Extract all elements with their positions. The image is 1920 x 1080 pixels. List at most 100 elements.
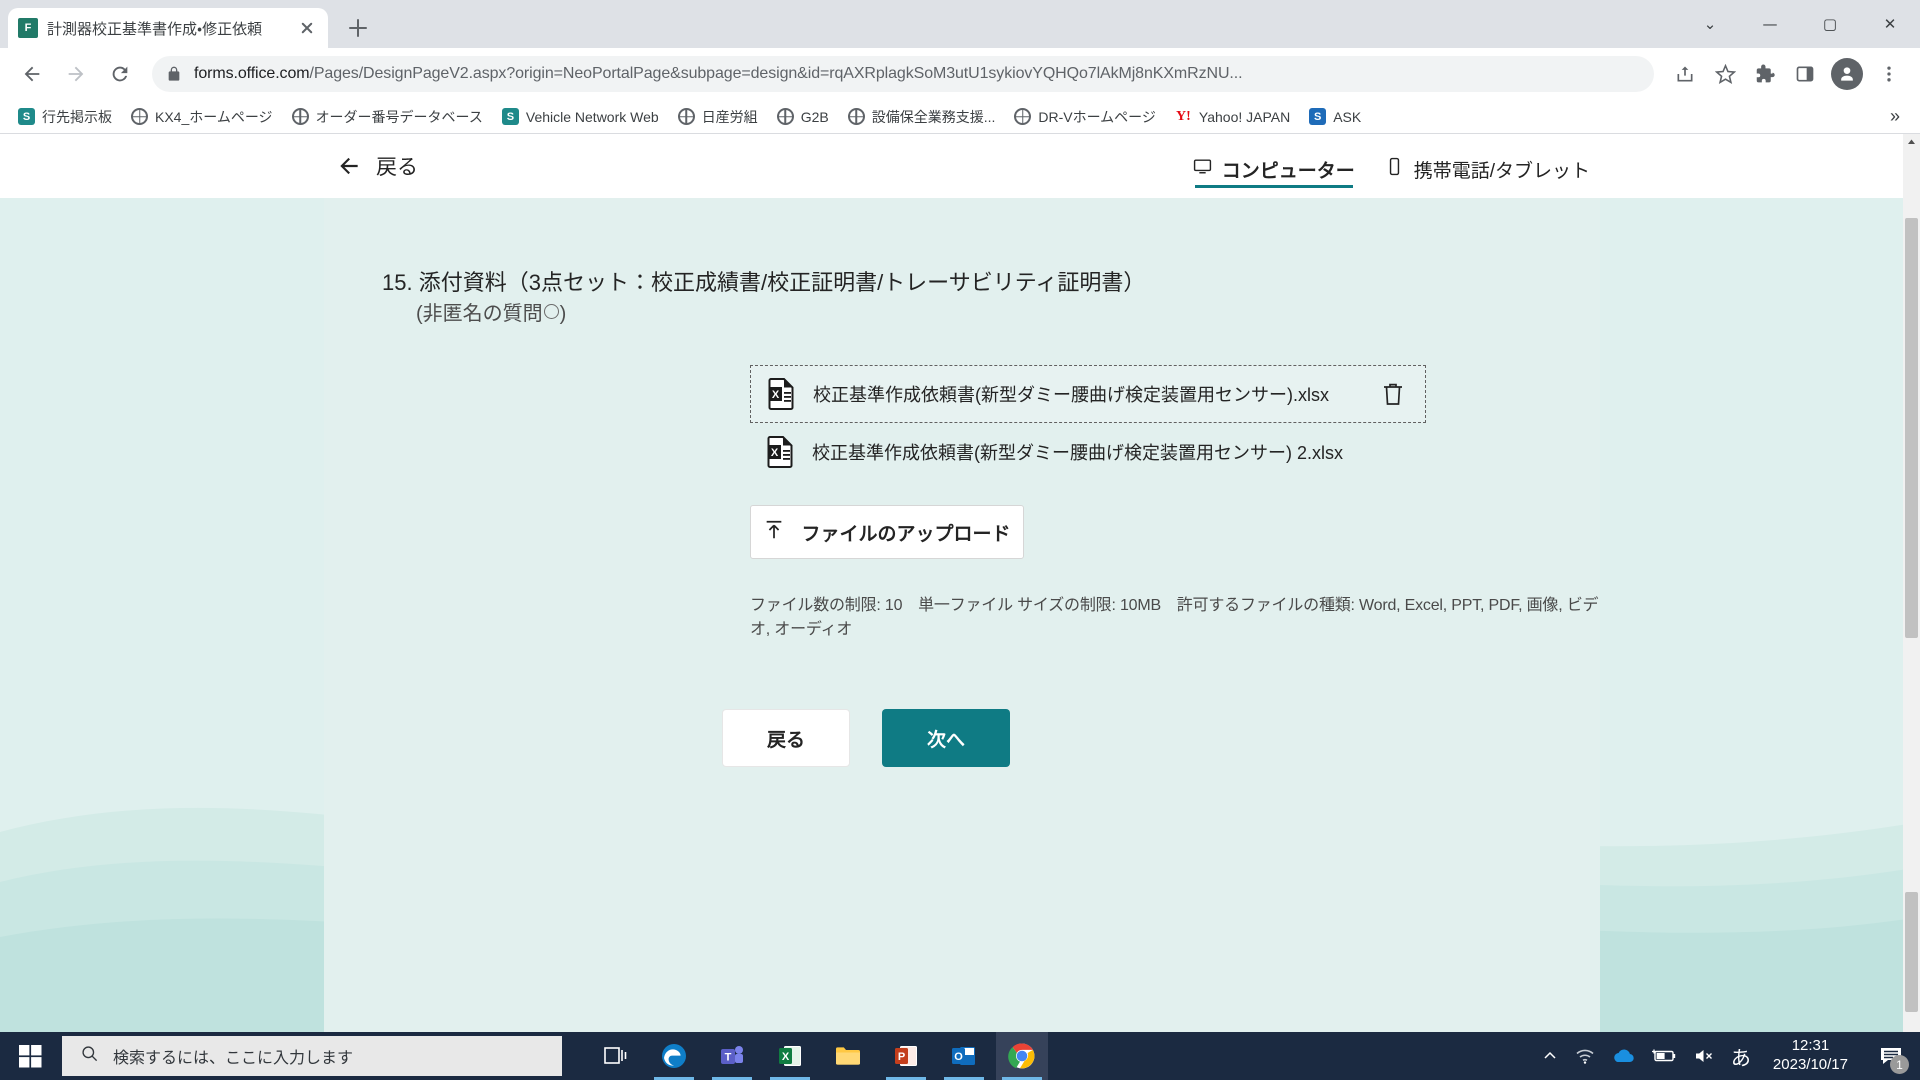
list-item[interactable]: X 校正基準作成依頼書(新型ダミー腰曲げ検定装置用センサー).xlsx	[750, 365, 1426, 423]
microsoft-teams-icon[interactable]: T	[706, 1032, 758, 1080]
microsoft-excel-icon[interactable]: X	[764, 1032, 816, 1080]
scroll-up-arrow[interactable]	[1903, 134, 1920, 151]
tab-computer[interactable]: コンピューター	[1193, 134, 1355, 198]
bookmark-label: 日産労組	[701, 108, 758, 125]
show-hidden-icons-chevron[interactable]	[1541, 1047, 1559, 1065]
bookmark-label: G2B	[800, 108, 829, 125]
share-icon[interactable]	[1666, 55, 1704, 93]
sharepoint-blue-icon	[1309, 108, 1327, 125]
globe-icon	[291, 108, 309, 125]
question-subtitle-prefix: (非匿名の質問	[416, 303, 543, 325]
bookmark-item[interactable]: Y! Yahoo! JAPAN	[1167, 104, 1298, 129]
bookmark-item[interactable]: Vehicle Network Web	[494, 104, 667, 129]
sharepoint-icon	[501, 108, 519, 125]
task-view-icon[interactable]	[590, 1032, 642, 1080]
close-icon: ✕	[1883, 14, 1897, 33]
ms-forms-icon	[18, 18, 38, 38]
reload-button[interactable]	[100, 54, 140, 94]
list-item[interactable]: X 校正基準作成依頼書(新型ダミー腰曲げ検定装置用センサー) 2.xlsx	[750, 423, 1426, 481]
scrollbar-thumb-secondary[interactable]	[1905, 892, 1918, 1012]
question-title-text: 添付資料（3点セット：校正成績書/校正証明書/トレーサビリティ証明書）	[418, 270, 1146, 295]
svg-text:T: T	[725, 1052, 732, 1064]
volume-muted-icon[interactable]	[1693, 1047, 1715, 1065]
extensions-icon[interactable]	[1746, 55, 1784, 93]
file-upload-label: ファイルのアップロード	[801, 523, 1011, 545]
page-scrollbar[interactable]	[1903, 134, 1920, 1032]
svg-text:X: X	[772, 389, 780, 401]
globe-icon	[677, 108, 695, 125]
bookmark-item[interactable]: KX4_ホームページ	[123, 103, 281, 131]
bookmark-label: Yahoo! JAPAN	[1198, 108, 1291, 125]
form-back-button[interactable]: 戻る	[722, 709, 850, 767]
preview-back-label: 戻る	[376, 156, 418, 179]
upload-constraints-text: ファイル数の制限: 10 単一ファイル サイズの制限: 10MB 許可するファイ…	[750, 597, 1599, 638]
tab-title: 計測器校正基準書作成・修正依頼	[47, 20, 263, 38]
star-icon[interactable]	[1706, 55, 1744, 93]
forward-button[interactable]	[56, 54, 96, 94]
search-icon	[80, 1044, 99, 1068]
minimize-button[interactable]: —	[1740, 0, 1800, 48]
file-name: 校正基準作成依頼書(新型ダミー腰曲げ検定装置用センサー) 2.xlsx	[812, 443, 1343, 463]
question-subtitle-suffix: )	[559, 303, 567, 325]
microsoft-powerpoint-icon[interactable]: P	[880, 1032, 932, 1080]
form-next-button[interactable]: 次へ	[882, 709, 1010, 767]
form-preview-canvas: 15. 添付資料（3点セット：校正成績書/校正証明書/トレーサビリティ証明書） …	[0, 198, 1920, 1032]
google-chrome-icon[interactable]	[996, 1032, 1048, 1080]
bookmark-label: 行先掲示板	[42, 108, 112, 125]
svg-text:X: X	[771, 447, 779, 459]
reload-icon	[112, 66, 128, 82]
preview-back-button[interactable]: 戻る	[336, 151, 418, 181]
battery-charging-icon[interactable]	[1651, 1048, 1677, 1064]
maximize-button[interactable]: ▢	[1800, 0, 1860, 48]
file-name: 校正基準作成依頼書(新型ダミー腰曲げ検定装置用センサー).xlsx	[813, 385, 1329, 405]
address-bar[interactable]: forms.office.com/Pages/DesignPageV2.aspx…	[152, 56, 1654, 92]
ime-indicator[interactable]: あ	[1731, 1042, 1751, 1071]
file-upload-button[interactable]: ファイルのアップロード	[750, 505, 1024, 559]
clock[interactable]: 12:31 2023/10/17	[1767, 1037, 1854, 1075]
microsoft-outlook-icon[interactable]: O	[938, 1032, 990, 1080]
url-host: forms.office.com	[194, 65, 310, 82]
back-button[interactable]	[12, 54, 52, 94]
globe-icon	[131, 108, 148, 125]
windows-taskbar: 検索するには、ここに入力します T X P O あ 12:31 2023/10/…	[0, 1032, 1920, 1080]
trash-icon[interactable]	[1381, 381, 1405, 407]
svg-text:P: P	[898, 1051, 905, 1063]
notification-count-badge: 1	[1890, 1055, 1909, 1074]
maximize-icon: ▢	[1822, 14, 1838, 33]
bookmark-item[interactable]: G2B	[769, 104, 837, 129]
upload-icon	[763, 519, 785, 546]
windows-start-icon[interactable]	[0, 1032, 60, 1080]
bookmark-item[interactable]: オーダー番号データベース	[284, 103, 491, 131]
bookmark-item[interactable]: 設備保全業務支援...	[840, 103, 1004, 131]
close-window-button[interactable]: ✕	[1860, 0, 1920, 48]
taskbar-apps: T X P O	[590, 1032, 1048, 1080]
tab-mobile[interactable]: 携帯電話/タブレット	[1385, 134, 1590, 198]
wifi-icon[interactable]	[1575, 1047, 1595, 1065]
excel-file-icon: X	[766, 436, 794, 468]
scrollbar-thumb[interactable]	[1905, 218, 1918, 638]
info-icon[interactable]	[543, 304, 559, 319]
bookmark-item[interactable]: ASK	[1301, 104, 1369, 129]
bookmark-item[interactable]: 日産労組	[670, 103, 766, 131]
question-subtitle: (非匿名の質問)	[416, 299, 1458, 329]
new-tab-button[interactable]	[338, 8, 378, 48]
bookmark-item[interactable]: DR-Vホームページ	[1006, 103, 1164, 131]
onedrive-cloud-icon[interactable]	[1611, 1047, 1635, 1065]
form-navigation-actions: 戻る 次へ	[722, 709, 1600, 767]
browser-tab[interactable]: 計測器校正基準書作成・修正依頼	[8, 8, 328, 48]
search-input[interactable]: 検索するには、ここに入力します	[62, 1036, 562, 1076]
bookmark-item[interactable]: 行先掲示板	[10, 103, 120, 131]
notification-icon[interactable]: 1	[1870, 1032, 1912, 1080]
side-panel-icon[interactable]	[1786, 55, 1824, 93]
profile-avatar-icon[interactable]	[1831, 58, 1863, 90]
tab-computer-label: コンピューター	[1221, 160, 1355, 182]
form-card: 15. 添付資料（3点セット：校正成績書/校正証明書/トレーサビリティ証明書） …	[324, 198, 1600, 1032]
microsoft-edge-icon[interactable]	[648, 1032, 700, 1080]
tab-strip: 計測器校正基準書作成・修正依頼 ⌄ — ▢ ✕	[0, 0, 1920, 48]
bookmarks-overflow-button[interactable]: »	[1880, 106, 1910, 127]
chrome-menu-icon[interactable]	[1870, 55, 1908, 93]
file-explorer-icon[interactable]	[822, 1032, 874, 1080]
close-icon[interactable]	[296, 17, 318, 39]
bookmark-label: Vehicle Network Web	[525, 108, 659, 125]
minimize-to-tray-chevron[interactable]: ⌄	[1680, 0, 1740, 48]
